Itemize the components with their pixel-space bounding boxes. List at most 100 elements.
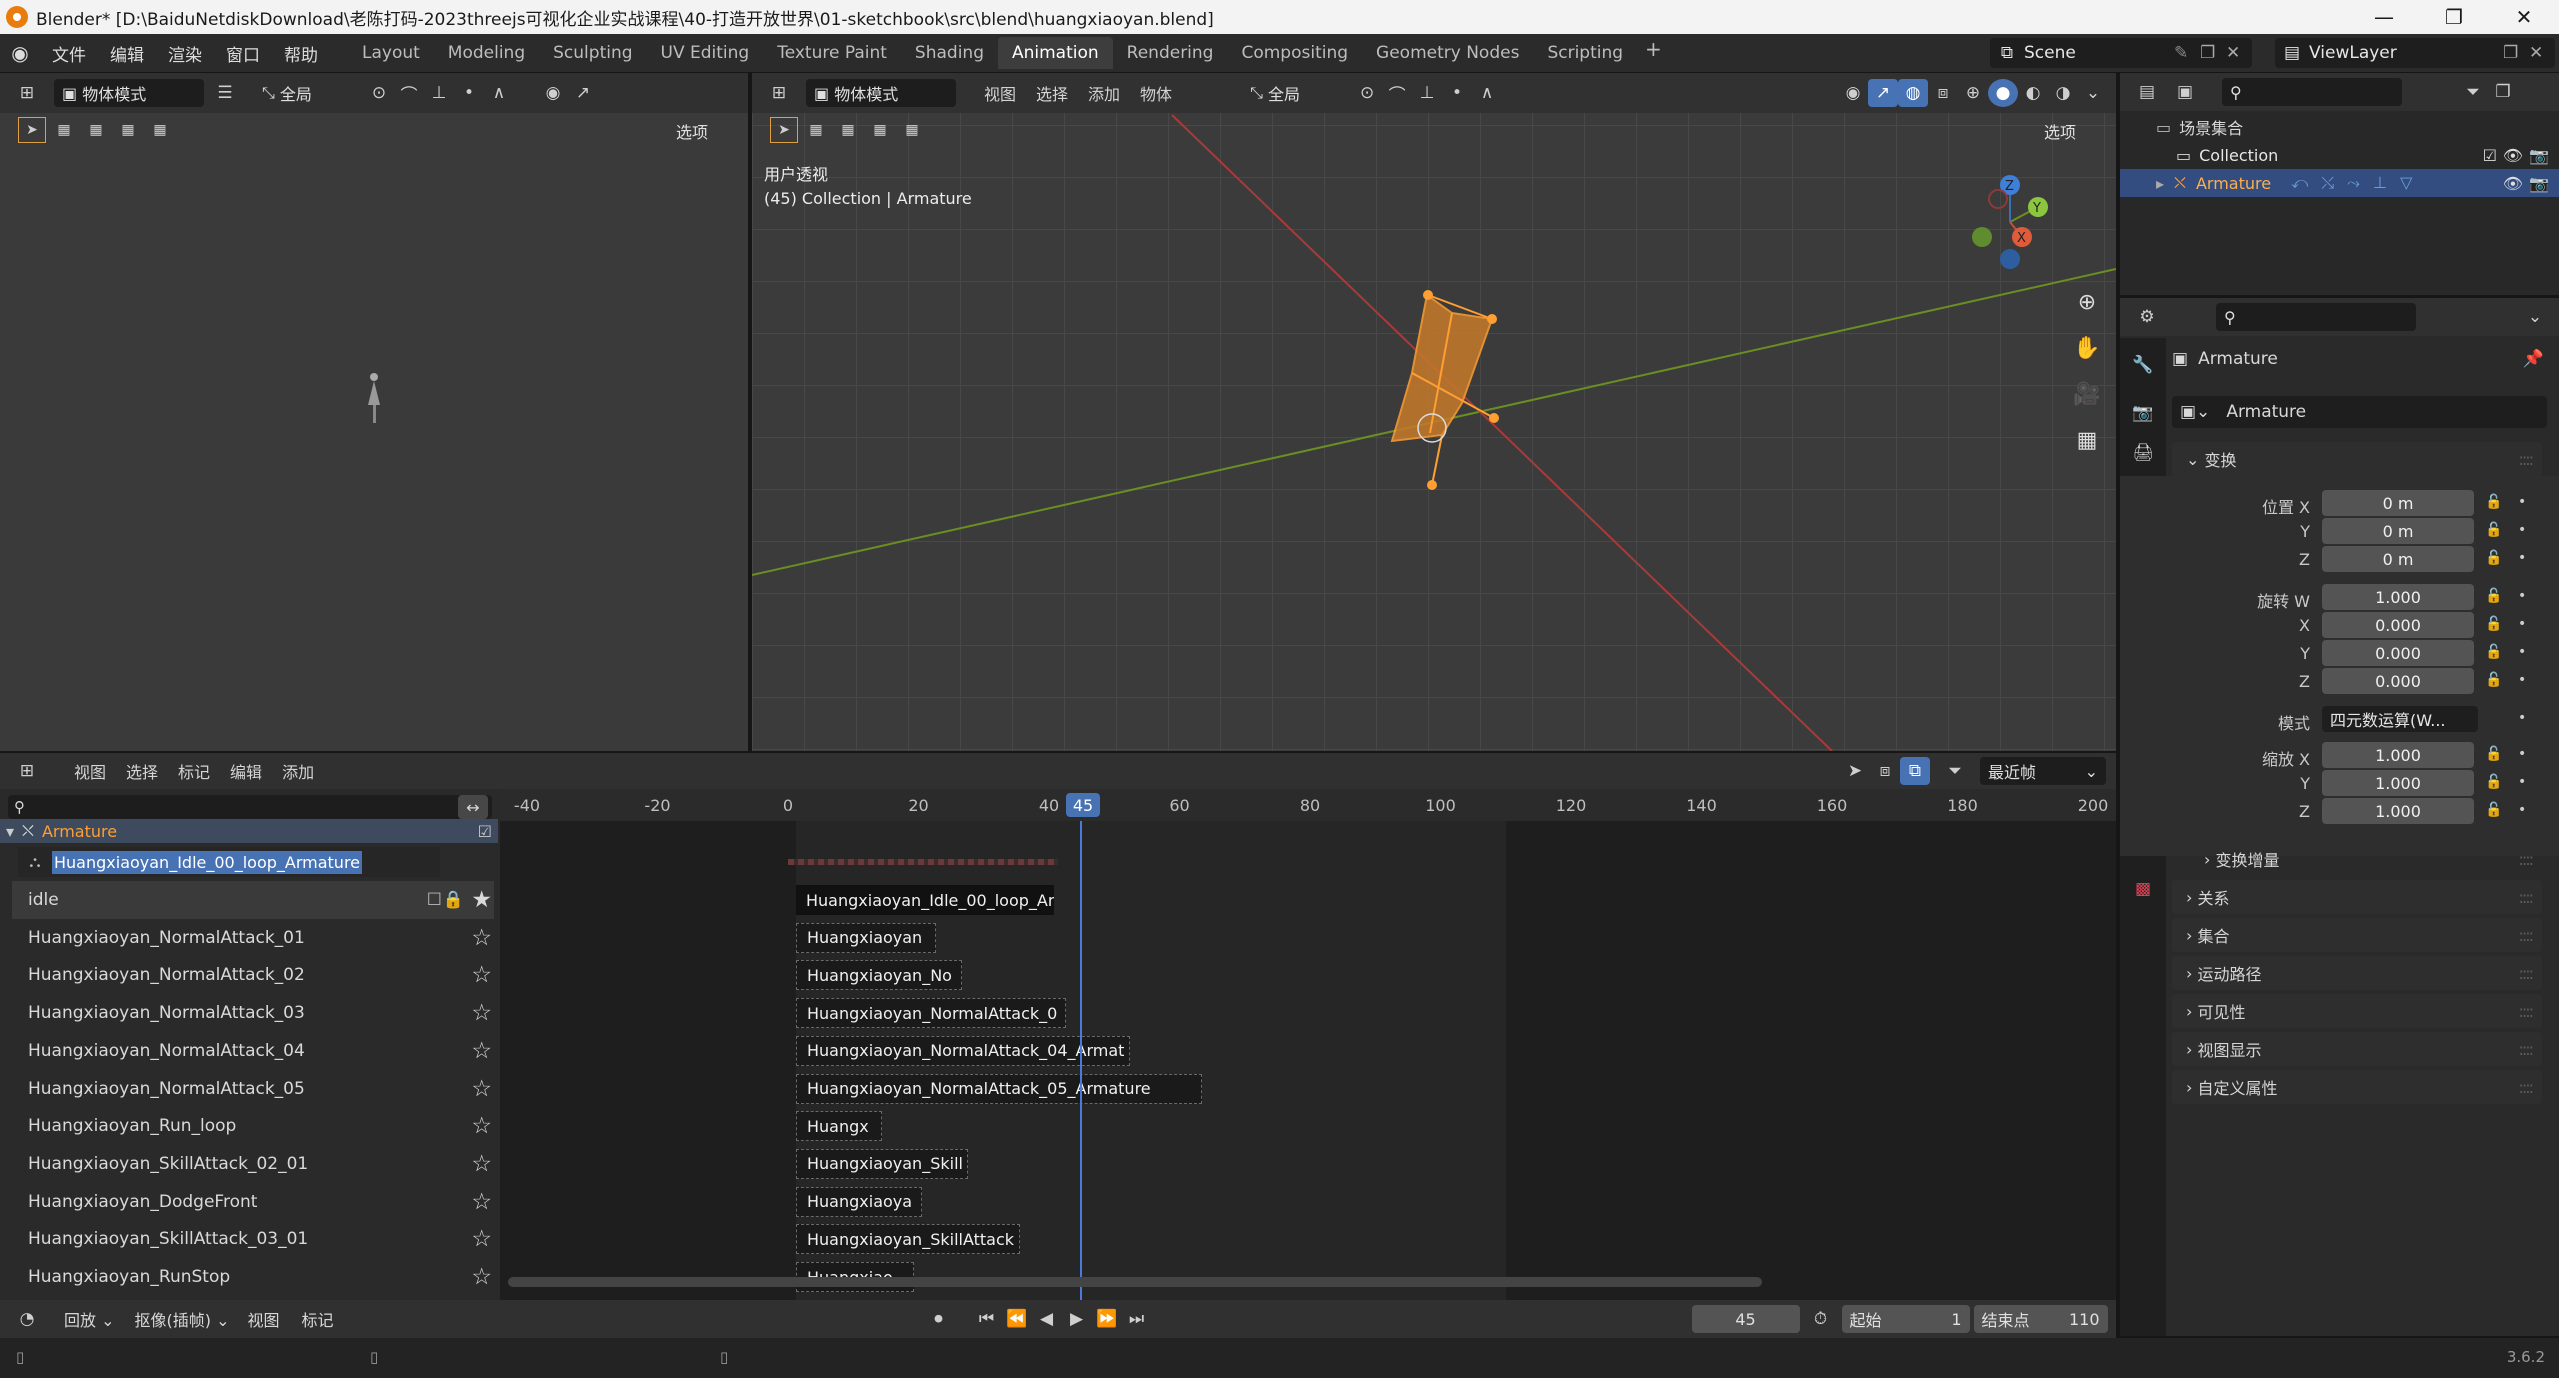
pin-icon[interactable]: 📌 (2523, 349, 2544, 369)
scale-x-field[interactable]: 1.000 (2322, 742, 2474, 768)
keyframe-dot-icon[interactable]: • (2518, 550, 2526, 566)
star-icon[interactable]: ☆ (471, 1226, 492, 1252)
star-icon[interactable]: ☆ (471, 925, 492, 951)
menu-help[interactable]: 帮助 (272, 41, 330, 66)
camera-view-icon[interactable]: 🎥 (2068, 375, 2106, 413)
scale-y-field[interactable]: 1.000 (2322, 770, 2474, 796)
current-frame-marker[interactable]: 45 (1066, 793, 1100, 817)
outliner-search-input[interactable]: ⚲ (2222, 78, 2402, 106)
nla-ruler[interactable]: -40 -20 0 20 40 60 80 100 120 140 160 180 200 (500, 789, 2116, 821)
section-0[interactable]: › 关系:::: (2172, 880, 2542, 914)
delete-viewlayer-icon[interactable]: ✕ (2529, 43, 2555, 63)
delete-scene-icon[interactable]: ✕ (2226, 43, 2252, 63)
playback-menu[interactable]: 回放 ⌄ (64, 1307, 115, 1331)
select-new-icon[interactable]: ▦ (50, 117, 78, 143)
section-2[interactable]: › 运动路径:::: (2172, 956, 2542, 990)
location-y-field[interactable]: 0 m (2322, 518, 2474, 544)
render-tab-icon[interactable]: 📷 (2130, 400, 2156, 426)
next-keyframe-icon[interactable]: ⏩ (1092, 1305, 1122, 1333)
lock-icon[interactable]: 🔓 (2485, 550, 2502, 566)
proportional-icon[interactable]: • (454, 79, 484, 107)
nla-track-row[interactable]: Huangxiaoyan_SkillAttack_03_01 ☆ (12, 1220, 494, 1258)
nla-marker-menu[interactable]: 标记 (168, 759, 220, 783)
nla-track-row[interactable]: idle ☐ 🔒 ★ (12, 881, 494, 919)
main-viewport[interactable]: ⊞ ▣ 物体模式 视图 选择 添加 物体 ⤡ 全局 ⊙ ⌒ ⊥ • ∧ ◉ ↗ … (752, 73, 2116, 751)
clock-icon[interactable]: ⏱ (1806, 1305, 1836, 1333)
section-1[interactable]: › 集合:::: (2172, 918, 2542, 952)
snap-icon[interactable]: ⌒ (394, 79, 424, 107)
workspace-tab-layout[interactable]: Layout (348, 37, 434, 69)
new-collection-icon[interactable]: ❐ (2488, 78, 2518, 106)
workspace-tab-shading[interactable]: Shading (901, 37, 998, 69)
eye-icon[interactable]: 👁 (2503, 146, 2523, 165)
prev-keyframe-icon[interactable]: ⏪ (1002, 1305, 1032, 1333)
lock-icon[interactable]: 🔓 (2485, 588, 2502, 604)
play-reverse-icon[interactable]: ◀ (1032, 1305, 1062, 1333)
keyframe-dot-icon[interactable]: • (2518, 802, 2526, 818)
minimize-button[interactable]: — (2349, 5, 2419, 29)
select-only-icon[interactable]: ➤ (1840, 757, 1870, 785)
keyframe-dot-icon[interactable]: • (2518, 746, 2526, 762)
keyframe-dot-icon[interactable]: • (2518, 710, 2526, 726)
left-mode-select[interactable]: ▣ 物体模式 (54, 79, 204, 107)
nla-strip[interactable]: Huangxiaoyan_NormalAttack_05_Armature (796, 1073, 1202, 1104)
outliner-collection[interactable]: ▭ Collection ☑ 👁 📷 (2120, 141, 2559, 169)
nla-strip[interactable]: Huangxiaoya (796, 1186, 922, 1217)
nla-track-row[interactable]: Huangxiaoyan_NormalAttack_03 ☆ (12, 994, 494, 1032)
nla-strip[interactable]: Huangxiaoyan_NormalAttack_0 (796, 998, 1066, 1029)
menu-file[interactable]: 文件 (40, 41, 98, 66)
keyframe-dot-icon[interactable]: • (2518, 644, 2526, 660)
section-5[interactable]: › 自定义属性:::: (2172, 1070, 2542, 1104)
blender-menu-icon[interactable]: ◉ (0, 41, 40, 65)
star-icon[interactable]: ☆ (471, 1264, 492, 1290)
scale-z-field[interactable]: 1.000 (2322, 798, 2474, 824)
object-name-field[interactable]: ▣⌄ Armature (2172, 396, 2547, 428)
camera-icon[interactable]: 📷 (2529, 146, 2549, 165)
lock-icon[interactable]: 🔓 (2485, 494, 2502, 510)
editor-type-icon[interactable]: ⚙ (2132, 303, 2162, 331)
hamburger-icon[interactable]: ☰ (210, 79, 240, 107)
rotation-w-field[interactable]: 1.000 (2322, 584, 2474, 610)
show-hidden-icon[interactable]: ⧉ (1900, 757, 1930, 785)
nla-strip[interactable]: Huangx (796, 1111, 882, 1142)
nla-strip[interactable]: Huangxiaoyan_No (796, 960, 962, 991)
track-mute-checkbox[interactable]: ☐ (427, 890, 442, 910)
jump-start-icon[interactable]: ⏮ (972, 1305, 1002, 1333)
pin-icon[interactable]: ✎ (2174, 43, 2200, 63)
menu-window[interactable]: 窗口 (214, 41, 272, 66)
chevron-down-icon[interactable]: ⌄ (2520, 303, 2550, 331)
action-slot[interactable]: ⛬ Huangxiaoyan_Idle_00_loop_Armature (18, 847, 440, 877)
nla-track-row[interactable]: Huangxiaoyan_RunStop ☆ (12, 1258, 494, 1296)
keyframe-dot-icon[interactable]: • (2518, 522, 2526, 538)
pan-hand-icon[interactable]: ✋ (2068, 329, 2106, 367)
swap-icon[interactable]: ↔ (458, 795, 488, 819)
editor-type-icon[interactable]: ▤ (2132, 78, 2162, 106)
timeline-marker-menu[interactable]: 标记 (302, 1307, 334, 1331)
new-viewlayer-icon[interactable]: ❐ (2503, 43, 2529, 63)
editor-type-icon[interactable]: ⊞ (12, 757, 42, 785)
keyframe-dot-icon[interactable]: • (2518, 588, 2526, 604)
keyframe-dot-icon[interactable]: • (2518, 616, 2526, 632)
delta-transform-header[interactable]: › 变换增量:::: (2190, 842, 2542, 876)
lock-icon[interactable]: 🔓 (2485, 644, 2502, 660)
lock-icon[interactable]: 🔓 (2485, 774, 2502, 790)
add-workspace-button[interactable]: + (1637, 37, 1670, 69)
filter-icon[interactable]: ⏷ (1940, 757, 1970, 785)
nla-object-row[interactable]: ▾ ⛌ Armature ☑ (0, 819, 498, 843)
keyframe-dot-icon[interactable]: • (2518, 672, 2526, 688)
falloff-icon[interactable]: ∧ (484, 79, 514, 107)
pivot-icon[interactable]: ⊙ (364, 79, 394, 107)
keying-menu[interactable]: 抠像(插帧) ⌄ (135, 1307, 230, 1331)
section-4[interactable]: › 视图显示:::: (2172, 1032, 2542, 1066)
navigation-gizmo[interactable]: Y Z X (1960, 167, 2060, 277)
star-icon[interactable]: ★ (471, 887, 492, 913)
playhead-line[interactable] (1080, 821, 1082, 1300)
viewlayer-selector[interactable]: ▤ ViewLayer ❐ ✕ (2275, 38, 2555, 68)
nla-track-row[interactable]: Huangxiaoyan_NormalAttack_01 ☆ (12, 919, 494, 957)
nla-select-menu[interactable]: 选择 (116, 759, 168, 783)
record-icon[interactable]: ⏺ (924, 1305, 954, 1333)
workspace-tab-compositing[interactable]: Compositing (1227, 37, 1362, 69)
nla-track-row[interactable]: Huangxiaoyan_DodgeFront ☆ (12, 1183, 494, 1221)
workspace-tab-texture-paint[interactable]: Texture Paint (763, 37, 901, 69)
horizontal-scrollbar[interactable] (508, 1277, 1762, 1287)
